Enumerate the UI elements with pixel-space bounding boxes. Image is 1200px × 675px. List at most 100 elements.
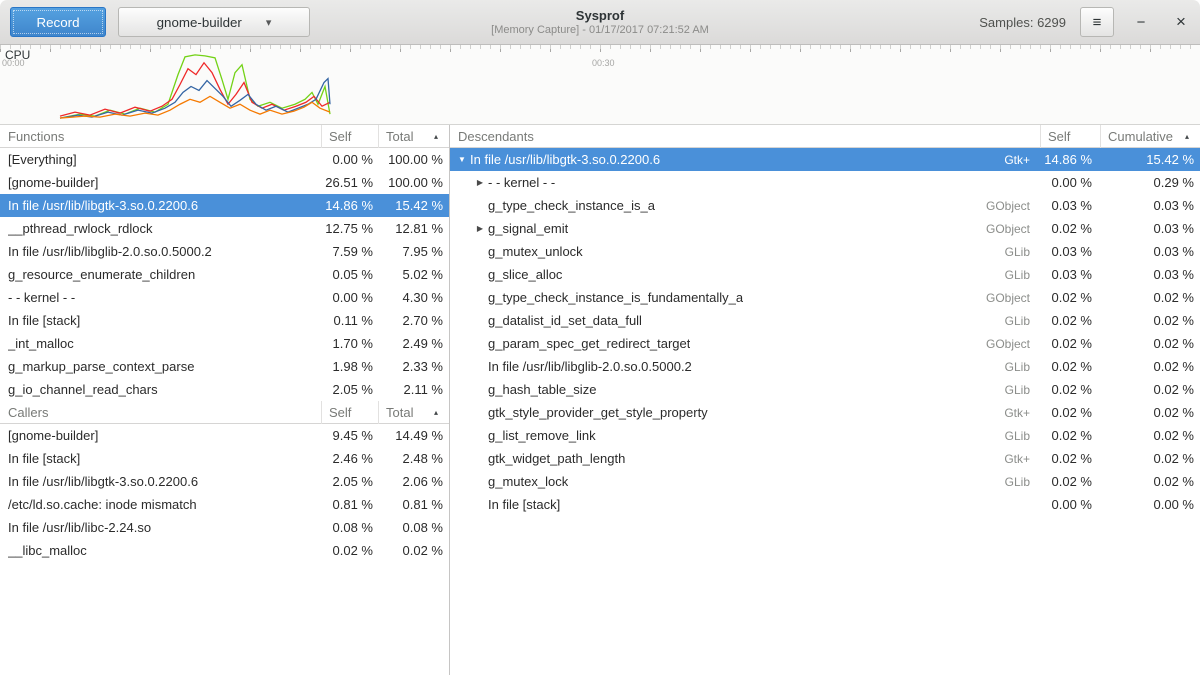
descendants-table-row[interactable]: g_type_check_instance_is_fundamentally_a…	[450, 286, 1200, 309]
functions-column-header[interactable]: Functions	[0, 125, 321, 148]
functions-table-row[interactable]: In file /usr/lib/libgtk-3.so.0.2200.614.…	[0, 194, 449, 217]
functions-table-row[interactable]: [gnome-builder]26.51 %100.00 %	[0, 171, 449, 194]
self-percent-cell: 7.59 %	[321, 244, 378, 259]
cumulative-percent-cell: 0.03 %	[1100, 244, 1200, 259]
expander-collapsed-icon[interactable]: ▶	[472, 178, 488, 187]
library-tag: GObject	[986, 291, 1040, 305]
function-name-cell: In file /usr/lib/libc-2.24.so	[0, 520, 321, 535]
descendant-name-cell: g_mutex_unlockGLib	[450, 244, 1040, 259]
callers-table-row[interactable]: /etc/ld.so.cache: inode mismatch0.81 %0.…	[0, 493, 449, 516]
total-percent-cell: 5.02 %	[378, 267, 449, 282]
functions-table-row[interactable]: In file /usr/lib/libglib-2.0.so.0.5000.2…	[0, 240, 449, 263]
sort-indicator-icon: ▴	[434, 132, 438, 141]
descendants-table-row[interactable]: g_hash_table_sizeGLib0.02 %0.02 %	[450, 378, 1200, 401]
function-name: [Everything]	[8, 152, 77, 167]
descendants-table-row[interactable]: g_slice_allocGLib0.03 %0.03 %	[450, 263, 1200, 286]
descendant-name-cell: gtk_widget_path_lengthGtk+	[450, 451, 1040, 466]
descendants-table-row[interactable]: gtk_style_provider_get_style_propertyGtk…	[450, 401, 1200, 424]
descendants-table-body: ▼In file /usr/lib/libgtk-3.so.0.2200.6Gt…	[450, 148, 1200, 516]
functions-total-column-header[interactable]: Total▴	[378, 125, 449, 148]
callers-table-row[interactable]: __libc_malloc0.02 %0.02 %	[0, 539, 449, 562]
functions-table-row[interactable]: In file [stack]0.11 %2.70 %	[0, 309, 449, 332]
function-name-cell: [gnome-builder]	[0, 428, 321, 443]
callers-column-header[interactable]: Callers	[0, 401, 321, 424]
descendants-table-row[interactable]: g_mutex_unlockGLib0.03 %0.03 %	[450, 240, 1200, 263]
descendants-table-row[interactable]: In file [stack]0.00 %0.00 %	[450, 493, 1200, 516]
functions-table-row[interactable]: g_io_channel_read_chars2.05 %2.11 %	[0, 378, 449, 401]
descendants-table-row[interactable]: g_list_remove_linkGLib0.02 %0.02 %	[450, 424, 1200, 447]
descendants-table-row[interactable]: g_type_check_instance_is_aGObject0.03 %0…	[450, 194, 1200, 217]
left-pane: Functions Self Total▴ [Everything] 0.00 %…	[0, 125, 450, 675]
self-percent-cell: 0.00 %	[321, 152, 378, 167]
descendants-self-column-header[interactable]: Self	[1040, 125, 1100, 148]
minimize-button[interactable]: −	[1128, 9, 1154, 35]
time-label-start: 00:00	[2, 58, 25, 68]
callers-table-row[interactable]: In file [stack]2.46 %2.48 %	[0, 447, 449, 470]
total-percent-cell: 0.02 %	[378, 543, 449, 558]
callers-total-column-header[interactable]: Total▴	[378, 401, 449, 424]
library-tag: Gtk+	[1004, 452, 1040, 466]
minimize-icon: −	[1137, 14, 1146, 31]
callers-table-row[interactable]: In file /usr/lib/libc-2.24.so0.08 %0.08 …	[0, 516, 449, 539]
descendant-name-cell: gtk_style_provider_get_style_propertyGtk…	[450, 405, 1040, 420]
descendants-table-row[interactable]: g_mutex_lockGLib0.02 %0.02 %	[450, 470, 1200, 493]
callers-table-row[interactable]: [gnome-builder]9.45 %14.49 %	[0, 424, 449, 447]
descendants-table-row[interactable]: gtk_widget_path_lengthGtk+0.02 %0.02 %	[450, 447, 1200, 470]
descendants-table-row[interactable]: In file /usr/lib/libglib-2.0.so.0.5000.2…	[450, 355, 1200, 378]
self-percent-cell: 0.81 %	[321, 497, 378, 512]
functions-table-row[interactable]: - - kernel - -0.00 %4.30 %	[0, 286, 449, 309]
self-percent-cell: 0.02 %	[1040, 474, 1100, 489]
descendant-name: g_signal_emit	[488, 221, 568, 236]
descendants-table-row[interactable]: g_param_spec_get_redirect_targetGObject0…	[450, 332, 1200, 355]
self-percent-cell: 2.05 %	[321, 474, 378, 489]
descendants-cumulative-column-header[interactable]: Cumulative▴	[1100, 125, 1200, 148]
descendant-name: - - kernel - -	[488, 175, 555, 190]
menu-button[interactable]: ≡	[1080, 7, 1114, 37]
function-name-cell: [gnome-builder]	[0, 175, 321, 190]
descendants-table-row[interactable]: g_datalist_id_set_data_fullGLib0.02 %0.0…	[450, 309, 1200, 332]
self-percent-cell: 0.03 %	[1040, 267, 1100, 282]
cumulative-percent-cell: 0.02 %	[1100, 313, 1200, 328]
descendants-table-row[interactable]: ▼In file /usr/lib/libgtk-3.so.0.2200.6Gt…	[450, 148, 1200, 171]
callers-self-column-header[interactable]: Self	[321, 401, 378, 424]
functions-table-row[interactable]: g_markup_parse_context_parse1.98 %2.33 %	[0, 355, 449, 378]
total-percent-cell: 0.08 %	[378, 520, 449, 535]
self-percent-cell: 1.98 %	[321, 359, 378, 374]
self-percent-cell: 0.02 %	[1040, 313, 1100, 328]
function-name: __pthread_rwlock_rdlock	[8, 221, 153, 236]
cpu-timeline-graph[interactable]: CPU 00:00 00:30	[0, 45, 1200, 125]
descendant-name: g_mutex_unlock	[488, 244, 583, 259]
self-percent-cell: 14.86 %	[1040, 152, 1100, 167]
functions-table-row[interactable]: [Everything]0.00 %100.00 %	[0, 148, 449, 171]
descendants-table-row[interactable]: ▶- - kernel - -0.00 %0.29 %	[450, 171, 1200, 194]
functions-table-row[interactable]: __pthread_rwlock_rdlock12.75 %12.81 %	[0, 217, 449, 240]
descendant-name: g_type_check_instance_is_a	[488, 198, 655, 213]
self-percent-cell: 0.02 %	[321, 543, 378, 558]
functions-table-row[interactable]: g_resource_enumerate_children0.05 %5.02 …	[0, 263, 449, 286]
callers-table-row[interactable]: In file /usr/lib/libgtk-3.so.0.2200.62.0…	[0, 470, 449, 493]
self-percent-cell: 14.86 %	[321, 198, 378, 213]
expander-collapsed-icon[interactable]: ▶	[472, 224, 488, 233]
descendant-name-cell: g_slice_allocGLib	[450, 267, 1040, 282]
record-button[interactable]: Record	[10, 7, 106, 37]
functions-self-column-header[interactable]: Self	[321, 125, 378, 148]
descendants-column-header[interactable]: Descendants	[450, 125, 1040, 148]
descendants-table-row[interactable]: ▶g_signal_emitGObject0.02 %0.03 %	[450, 217, 1200, 240]
functions-table-row[interactable]: _int_malloc1.70 %2.49 %	[0, 332, 449, 355]
descendant-name-cell: g_hash_table_sizeGLib	[450, 382, 1040, 397]
close-button[interactable]: ×	[1168, 9, 1194, 35]
library-tag: GLib	[1005, 475, 1040, 489]
callers-table-header: Callers Self Total▴	[0, 401, 449, 424]
descendant-name: g_type_check_instance_is_fundamentally_a	[488, 290, 743, 305]
process-selector-dropdown[interactable]: gnome-builder ▾	[118, 7, 310, 37]
cumulative-percent-cell: 0.29 %	[1100, 175, 1200, 190]
self-percent-cell: 0.08 %	[321, 520, 378, 535]
expander-expanded-icon[interactable]: ▼	[454, 155, 470, 164]
function-name-cell: In file /usr/lib/libgtk-3.so.0.2200.6	[0, 198, 321, 213]
descendant-name-cell: g_datalist_id_set_data_fullGLib	[450, 313, 1040, 328]
cumulative-percent-cell: 0.03 %	[1100, 221, 1200, 236]
library-tag: GLib	[1005, 314, 1040, 328]
function-name-cell: __pthread_rwlock_rdlock	[0, 221, 321, 236]
cumulative-percent-cell: 0.02 %	[1100, 382, 1200, 397]
total-percent-cell: 100.00 %	[378, 175, 449, 190]
